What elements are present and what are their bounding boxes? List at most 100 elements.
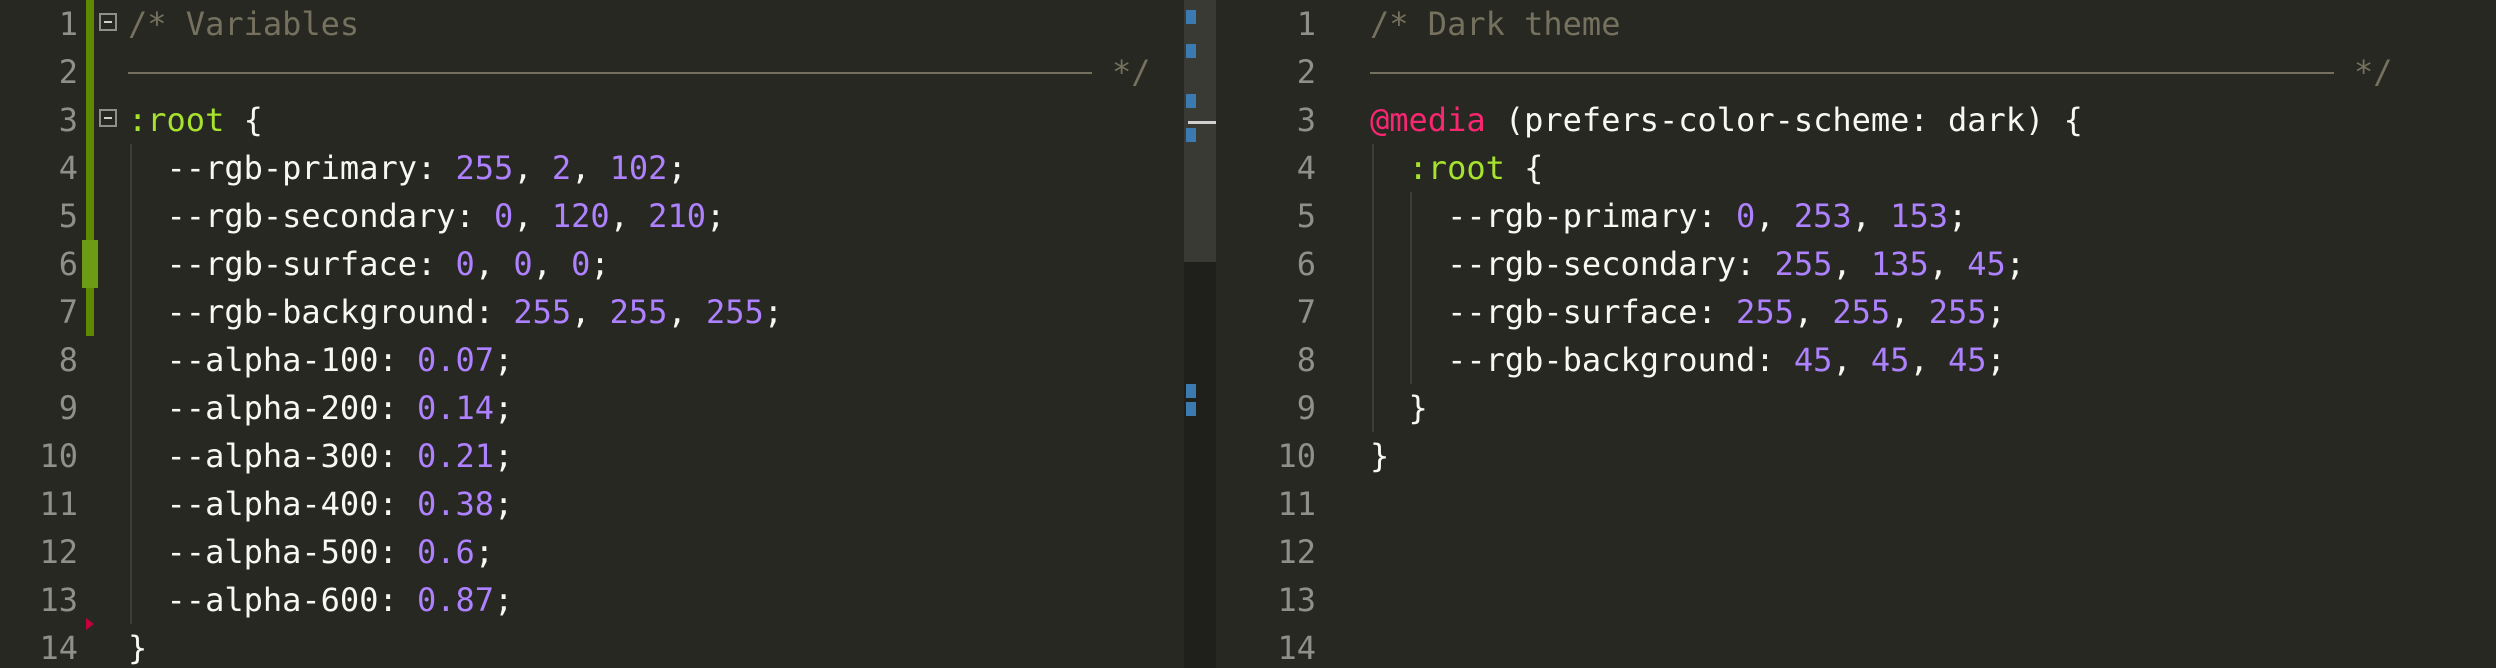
token-plain: , bbox=[571, 293, 610, 331]
code-line[interactable]: 3 @media (prefers-color-scheme: dark) { bbox=[1216, 96, 2496, 144]
token-plain: ; bbox=[494, 437, 514, 475]
code-line[interactable]: 9 --alpha-200: 0.14; bbox=[0, 384, 1184, 432]
minimap-change-tick bbox=[1186, 128, 1196, 142]
line-number: 2 bbox=[58, 53, 78, 91]
code-line[interactable]: 6 --rgb-surface: 0, 0, 0; bbox=[0, 240, 1184, 288]
token-num: 0 bbox=[1736, 197, 1756, 235]
line-number: 11 bbox=[39, 485, 78, 523]
line-number: 2 bbox=[1296, 53, 1316, 91]
token-plain: ; bbox=[667, 149, 687, 187]
code-line[interactable]: 7 --rgb-background: 255, 255, 255; bbox=[0, 288, 1184, 336]
token-num: 2 bbox=[551, 149, 572, 187]
token-plain: ; bbox=[494, 485, 514, 523]
code-line[interactable]: 9 } bbox=[1216, 384, 2496, 432]
token-selector: :root bbox=[1370, 149, 1505, 187]
token-num: 0 bbox=[494, 197, 514, 235]
token-plain: --rgb-surface: bbox=[1370, 293, 1737, 331]
token-num: 0.87 bbox=[416, 581, 495, 619]
code-line[interactable]: 8 --rgb-background: 45, 45, 45; bbox=[1216, 336, 2496, 384]
code-text: --rgb-surface: 0, 0, 0; bbox=[128, 240, 610, 288]
token-plain: , bbox=[1909, 341, 1948, 379]
token-plain: , bbox=[609, 197, 649, 235]
line-number: 1 bbox=[58, 5, 78, 43]
line-number: 13 bbox=[1277, 581, 1316, 619]
minimap-change-tick bbox=[1186, 94, 1196, 108]
line-number: 12 bbox=[1277, 533, 1316, 571]
code-line[interactable]: 11 bbox=[1216, 480, 2496, 528]
code-line[interactable]: 1 /* Variables bbox=[0, 0, 1184, 48]
code-line[interactable]: 14 bbox=[1216, 624, 2496, 668]
token-plain: , bbox=[513, 149, 552, 187]
code-text: --alpha-600: 0.87; bbox=[128, 576, 514, 624]
token-plain: , bbox=[1851, 197, 1891, 235]
token-num: 255 bbox=[455, 149, 514, 187]
code-line[interactable]: 1 /* Dark theme bbox=[1216, 0, 2496, 48]
token-num: 45 bbox=[1870, 341, 1910, 379]
code-line[interactable]: 12 --alpha-500: 0.6; bbox=[0, 528, 1184, 576]
code-text: --alpha-300: 0.21; bbox=[128, 432, 514, 480]
token-num: 153 bbox=[1890, 197, 1948, 235]
line-number: 11 bbox=[1277, 485, 1316, 523]
code-line[interactable]: 10} bbox=[1216, 432, 2496, 480]
code-text: --rgb-background: 255, 255, 255; bbox=[128, 288, 784, 336]
code-line[interactable]: 13 --alpha-600: 0.87; bbox=[0, 576, 1184, 624]
code-line[interactable]: 6 --rgb-secondary: 255, 135, 45; bbox=[1216, 240, 2496, 288]
token-num: 0.6 bbox=[416, 533, 475, 571]
code-line[interactable]: 4 --rgb-primary: 255, 2, 102; bbox=[0, 144, 1184, 192]
minimap-cursor-line bbox=[1188, 121, 1216, 124]
code-text: } bbox=[128, 624, 147, 668]
code-line[interactable]: 4 :root { bbox=[1216, 144, 2496, 192]
token-comment: /* Dark theme bbox=[1370, 5, 1621, 43]
token-plain: --alpha-100: bbox=[128, 341, 417, 379]
token-plain: ; bbox=[1986, 341, 2006, 379]
code-text: } bbox=[1370, 432, 1389, 480]
minimap-scrollbar[interactable] bbox=[1184, 0, 1216, 668]
line-number: 5 bbox=[1296, 197, 1316, 235]
token-plain: ; bbox=[1986, 293, 2006, 331]
code-text: @media (prefers-color-scheme: dark) { bbox=[1370, 96, 2083, 144]
code-line[interactable]: 2 */ bbox=[0, 48, 1184, 96]
editor-pane-variables[interactable]: 1/* Variables 2 */ 3:root {4 --rgb-primary:… bbox=[0, 0, 1184, 668]
token-plain: --rgb-background: bbox=[128, 293, 514, 331]
token-plain: ; bbox=[763, 293, 784, 331]
line-number: 13 bbox=[39, 581, 78, 619]
token-plain: ; bbox=[494, 389, 514, 427]
token-plain: } bbox=[1370, 437, 1390, 475]
code-line[interactable]: 12 bbox=[1216, 528, 2496, 576]
token-plain: , bbox=[667, 293, 706, 331]
code-line[interactable]: 14} bbox=[0, 624, 1184, 668]
token-atrule: @media bbox=[1370, 101, 1486, 139]
code-line[interactable]: 7 --rgb-surface: 255, 255, 255; bbox=[1216, 288, 2496, 336]
code-line[interactable]: 3:root { bbox=[0, 96, 1184, 144]
code-line[interactable]: 11 --alpha-400: 0.38; bbox=[0, 480, 1184, 528]
line-number: 10 bbox=[39, 437, 78, 475]
code-text: --rgb-primary: 0, 253, 153; bbox=[1370, 192, 1967, 240]
line-number: 12 bbox=[39, 533, 78, 571]
token-plain: , bbox=[532, 245, 572, 283]
code-text: --alpha-200: 0.14; bbox=[128, 384, 514, 432]
code-text: --rgb-secondary: 255, 135, 45; bbox=[1370, 240, 2025, 288]
minimap-change-tick bbox=[1186, 10, 1196, 24]
code-line[interactable]: 5 --rgb-primary: 0, 253, 153; bbox=[1216, 192, 2496, 240]
token-num: 255 bbox=[1832, 293, 1891, 331]
code-line[interactable]: 10 --alpha-300: 0.21; bbox=[0, 432, 1184, 480]
code-line[interactable]: 5 --rgb-secondary: 0, 120, 210; bbox=[0, 192, 1184, 240]
token-plain: , bbox=[1755, 197, 1794, 235]
code-line[interactable]: 2 */ bbox=[1216, 48, 2496, 96]
editor-pane-dark-theme[interactable]: 1 /* Dark theme 2 */ 3 @media (prefers-color-… bbox=[1216, 0, 2496, 668]
token-plain: --rgb-primary: bbox=[1370, 197, 1737, 235]
token-num: 255 bbox=[1736, 293, 1794, 331]
token-plain: , bbox=[1832, 341, 1871, 379]
token-plain: , bbox=[474, 245, 514, 283]
line-number: 9 bbox=[1296, 389, 1316, 427]
token-comment: */ bbox=[1112, 53, 1151, 91]
code-text: } bbox=[1370, 384, 1428, 432]
token-plain: { bbox=[1504, 149, 1544, 187]
line-number: 3 bbox=[58, 101, 78, 139]
token-plain: ; bbox=[494, 581, 514, 619]
code-line[interactable]: 13 bbox=[1216, 576, 2496, 624]
code-line[interactable]: 8 --alpha-100: 0.07; bbox=[0, 336, 1184, 384]
line-number: 9 bbox=[58, 389, 78, 427]
token-num: 0 bbox=[513, 245, 533, 283]
code-text: --alpha-500: 0.6; bbox=[128, 528, 495, 576]
